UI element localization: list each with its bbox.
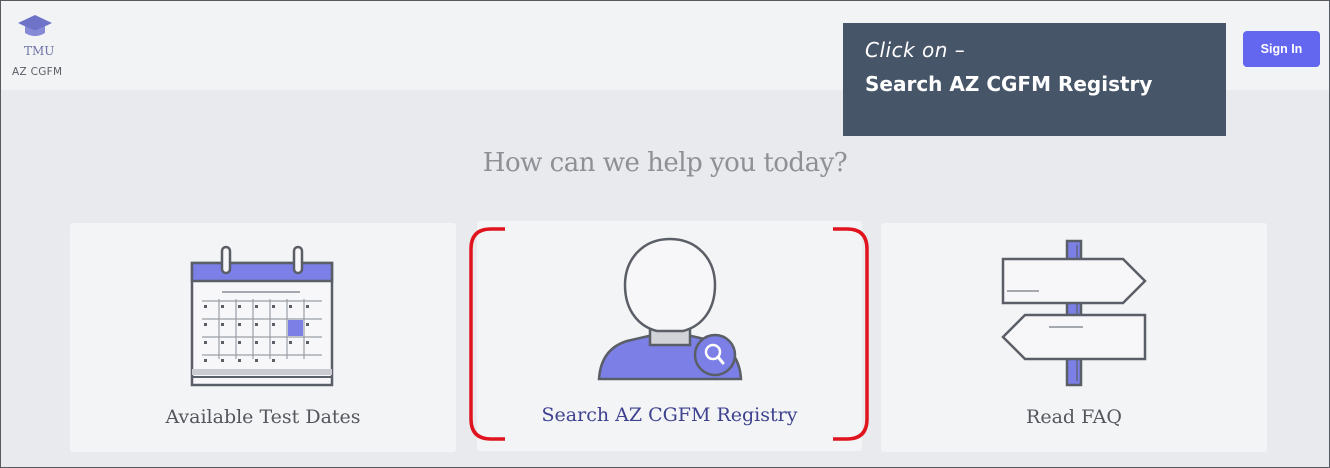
signpost-icon (1001, 239, 1147, 387)
graduation-cap-icon (18, 15, 52, 36)
highlight-brackets (469, 227, 869, 441)
instruction-callout: Click on – Search AZ CGFM Registry (843, 23, 1226, 136)
card-available-test-dates[interactable]: Available Test Dates (70, 223, 456, 452)
logo-subtext: AZ CGFM (12, 66, 63, 78)
app-frame: TMU AZ CGFM Sign In How can we help you … (0, 0, 1330, 468)
page-heading: How can we help you today? (482, 148, 848, 178)
card-read-faq[interactable]: Read FAQ (881, 223, 1267, 452)
card-label: Read FAQ (1026, 406, 1122, 428)
logo-text: TMU (24, 44, 55, 58)
callout-line1: Click on – (865, 38, 966, 62)
sign-in-button[interactable]: Sign In (1243, 31, 1320, 67)
card-label: Available Test Dates (165, 406, 361, 428)
callout-line2: Search AZ CGFM Registry (865, 72, 1153, 96)
calendar-icon (190, 245, 334, 387)
logo[interactable]: TMU AZ CGFM (12, 13, 83, 83)
